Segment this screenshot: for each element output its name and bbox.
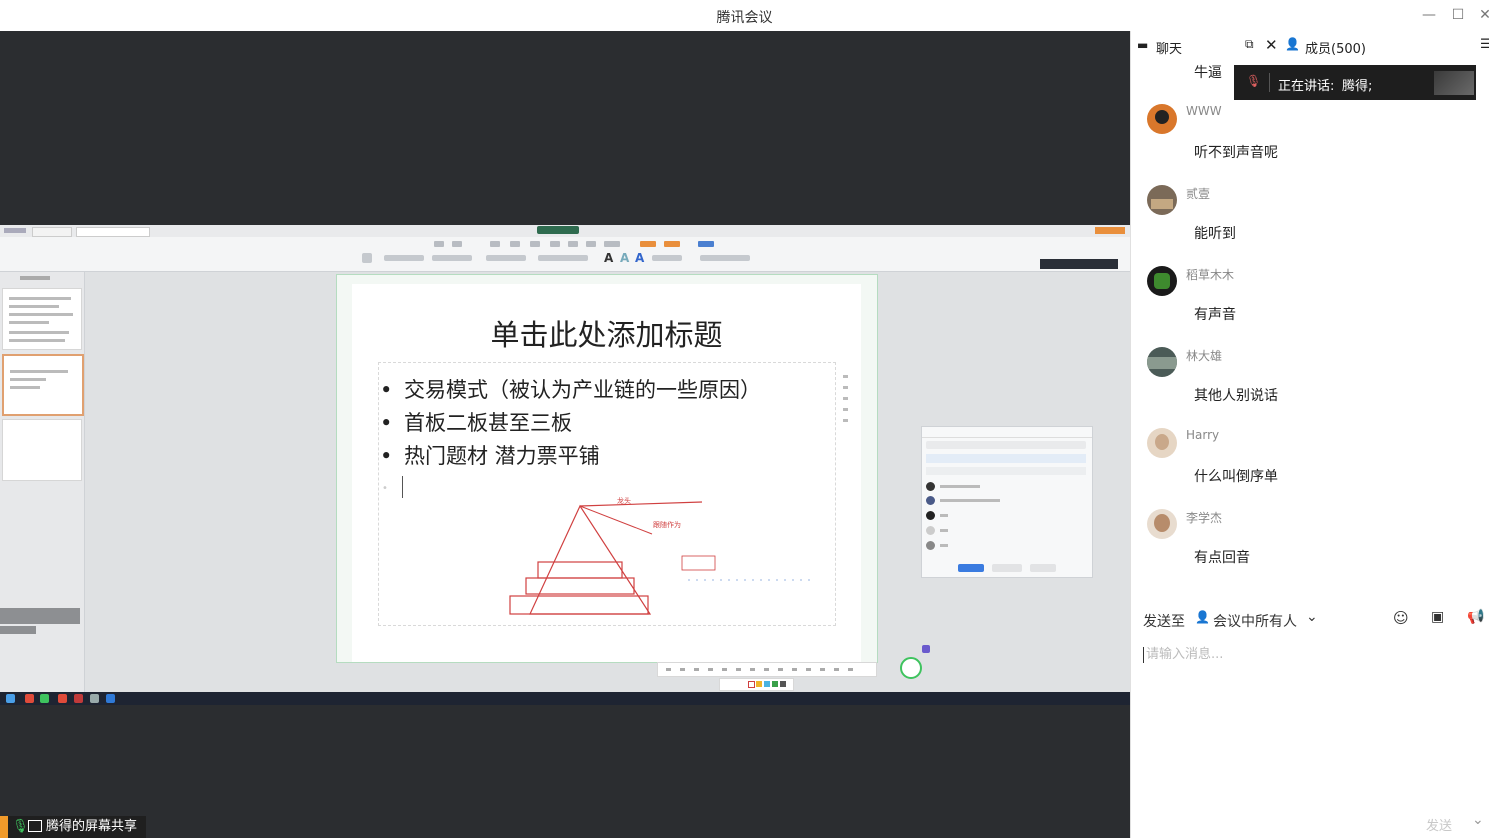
slide-editing-area: 单击此处添加标题 交易模式（被认为产业链的一些原因） 首板二板甚至三板 热门题材… [336,274,878,663]
tab-chat[interactable]: 聊天 [1156,38,1182,57]
menu-icon[interactable]: ☰ [1480,37,1489,52]
avatar [1147,266,1177,296]
chat-header: ▬ 聊天 ⧉ ✕ 👤 成员(500) ☰ [1131,31,1489,61]
emoji-icon[interactable]: ☺ [1393,609,1409,627]
members-icon: 👤 [1285,37,1300,51]
avatar [1147,185,1177,215]
popout-icon[interactable]: ⧉ [1245,37,1254,52]
slide-bullet: 交易模式（被认为产业链的一些原因） [380,374,761,407]
slide-side-toolbar [843,371,853,441]
avatar [1147,104,1177,134]
shared-taskbar [0,692,1130,705]
slide-bullet: 首板二板甚至三板 [380,407,761,440]
slide-thumbnail-panel [0,272,85,692]
window-titlebar: 腾讯会议 — ☐ ✕ [0,0,1489,32]
speaking-indicator: 🎙 正在讲话: 腾得; [1234,65,1476,100]
slide-thumbnail[interactable] [2,288,82,350]
avatar [1147,428,1177,458]
pyramid-drawing [509,501,812,615]
folder-icon[interactable]: ▣ [1431,609,1444,625]
slide-bullet-list: 交易模式（被认为产业链的一些原因） 首板二板甚至三板 热门题材 潜力票平铺 [380,374,761,473]
annotation-text: 跟随作为 [653,521,681,529]
maximize-icon[interactable]: ☐ [1449,6,1467,24]
megaphone-icon[interactable]: 📢 [1467,609,1484,625]
slide: 单击此处添加标题 交易模式（被认为产业链的一些原因） 首板二板甚至三板 热门题材… [352,284,861,662]
send-to-row: 发送至 👤 会议中所有人 ⌄ ☺ ▣ 📢 [1143,609,1484,631]
annotation-color-bar[interactable] [719,678,794,691]
screen-share-stage: A A A 单击此处添加标题 • 交易模式（被认为产业链的一些原因） • 首板二… [0,31,1130,838]
shared-screen: A A A 单击此处添加标题 • 交易模式（被认为产业链的一些原因） • 首板二… [0,225,1130,705]
chevron-down-icon[interactable]: ⌄ [1472,812,1484,828]
close-icon[interactable]: ✕ [1476,6,1489,24]
send-to-target-select[interactable]: 会议中所有人 [1213,611,1297,631]
shared-meeting-panel [921,426,1093,578]
microphone-icon: 🎙 [12,819,29,834]
chat-message-text: 牛逼 [1194,65,1222,81]
send-button[interactable]: 发送 [1426,815,1452,834]
shared-app-ribbon: A A A [0,237,1130,272]
message-input[interactable]: 请输入消息... [1143,643,1473,665]
screen-share-icon [28,819,42,832]
slide-title: 单击此处添加标题 [490,318,723,352]
avatar [1147,347,1177,377]
slide-thumbnail-selected[interactable] [2,354,84,416]
annotation-toolbar[interactable] [657,662,877,677]
close-chat-icon[interactable]: ✕ [1265,36,1278,54]
network-indicator-icon [900,657,922,679]
person-icon: 👤 [1195,610,1210,624]
tab-members[interactable]: 成员(500) [1305,38,1366,57]
avatar [1147,509,1177,539]
chevron-down-icon[interactable]: ⌄ [1306,609,1318,625]
window-title: 腾讯会议 [716,10,773,26]
muted-mic-icon: 🎙 [1246,74,1262,88]
minimize-icon[interactable]: — [1420,6,1438,24]
send-to-label: 发送至 [1143,614,1185,630]
annotation-text: 龙头 [617,497,631,505]
screen-share-label: 🎙 腾得的屏幕共享 [0,816,147,838]
slide-thumbnail[interactable] [2,419,82,481]
chat-panel: ▬ 聊天 ⧉ ✕ 👤 成员(500) ☰ 🎙 正在讲话: 腾得; 牛逼 WWW … [1130,31,1489,838]
slide-bullet: 热门题材 潜力票平铺 [380,440,761,473]
chat-bubble-icon: ▬ [1137,38,1149,52]
